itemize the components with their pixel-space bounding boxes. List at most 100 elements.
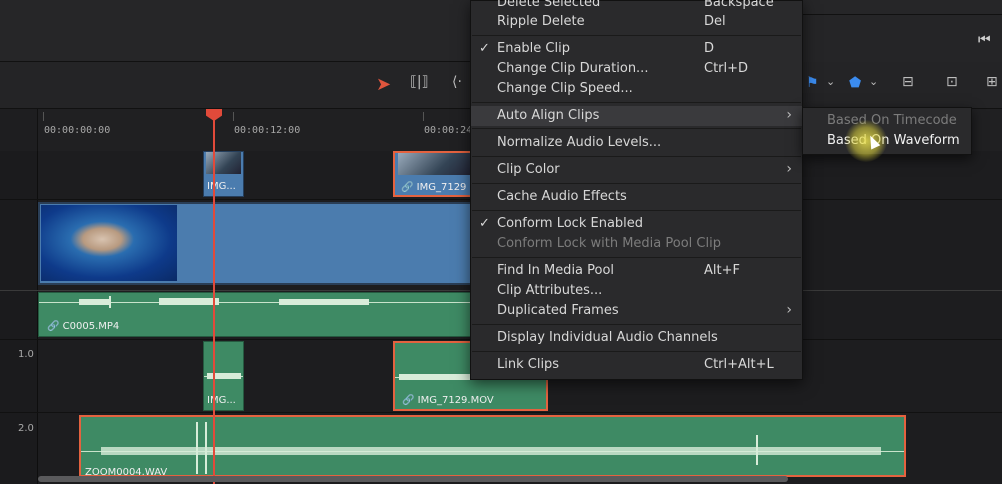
flag-icon[interactable]: ⚑ [806,75,819,91]
menu-item-label: Delete Selected [497,0,601,10]
menu-item-label: Based On Timecode [827,113,957,128]
marker-icon[interactable]: ⬟ [849,75,861,91]
menu-item-shortcut: Del [704,14,726,29]
video-clip[interactable]: IMG... [203,151,244,197]
track-divider [0,412,1002,413]
menu-item-label: Ripple Delete [497,14,585,29]
menu-item-shortcut: Ctrl+D [704,61,749,76]
menu-separator [472,102,801,103]
menu-separator [472,128,801,129]
clip-name-text: IMG_7129.MOV [417,395,494,406]
track-volume-label: 2.0 [18,423,34,434]
menu-item-normalize-audio-levels[interactable]: Normalize Audio Levels... [471,133,802,153]
menu-item-cache-audio-effects[interactable]: Cache Audio Effects [471,187,802,207]
cursor-highlight [845,120,887,162]
menu-item-change-clip-speed[interactable]: Change Clip Speed... [471,79,802,99]
waveform-peak [196,422,198,474]
menu-item-label: Auto Align Clips [497,108,600,123]
menu-item-label: Find In Media Pool [497,263,615,278]
menu-item-display-audio-channels[interactable]: Display Individual Audio Channels [471,328,802,348]
submenu-arrow-icon: › [786,302,792,318]
menu-item-conform-lock-enabled[interactable]: ✓ Conform Lock Enabled [471,214,802,234]
audio-clip[interactable]: 🔗 C0005.MP4 [38,292,473,337]
timecode-label: 00:00:12:00 [234,125,301,136]
waveform-peak [279,299,369,305]
waveform-peak [79,299,109,305]
waveform-peak [205,422,207,474]
marker-dropdown-icon[interactable]: ⌄ [869,75,878,88]
audio-clip[interactable]: ZOOM0004.WAV [79,415,906,478]
clip-name-text: C0005.MP4 [62,321,120,332]
flag-dropdown-icon[interactable]: ⌄ [826,75,835,88]
menu-item-label: Duplicated Frames [497,303,619,318]
jump-to-start-icon[interactable]: ⏮ [978,32,991,48]
video-clip[interactable]: 🔗 IMG_7129 [393,151,473,197]
clip-thumbnail [206,152,241,174]
menu-separator [472,35,801,36]
ruler-tick [233,112,234,121]
clip-name: 🔗 C0005.MP4 [47,321,120,332]
menu-separator [472,351,801,352]
pointer-tool-icon[interactable]: ➤ [376,74,391,95]
menu-item-change-clip-duration[interactable]: Change Clip Duration... Ctrl+D [471,59,802,79]
menu-item-label: Change Clip Duration... [497,61,649,76]
timecode-label: 00:00:24 [424,125,473,136]
source-viewer [0,0,470,62]
menu-item-label: Cache Audio Effects [497,189,627,204]
ruler-tick [423,112,424,121]
submenu-item-based-on-waveform[interactable]: Based On Waveform [803,131,971,151]
track-headers [0,151,38,484]
auto-align-submenu: Based On Timecode Based On Waveform [802,107,972,155]
zoom-full-icon[interactable]: ⊟ [902,74,914,90]
clip-name: 🔗 IMG_7129.MOV [402,395,494,406]
menu-item-conform-lock-media-pool: Conform Lock with Media Pool Clip [471,234,802,254]
clip-thumbnail [398,153,473,175]
audio-clip[interactable]: IMG... [203,341,244,411]
menu-item-find-in-media-pool[interactable]: Find In Media Pool Alt+F [471,261,802,281]
submenu-arrow-icon: › [786,161,792,177]
menu-item-label: Display Individual Audio Channels [497,330,718,345]
clip-context-menu: Delete Selected Backspace Ripple Delete … [470,0,803,380]
track-volume-label: 1.0 [18,349,34,360]
video-clip[interactable] [38,202,473,285]
waveform-peak [109,296,111,308]
menu-item-label: Change Clip Speed... [497,81,633,96]
menu-item-label: Enable Clip [497,41,570,56]
checkmark-icon: ✓ [479,41,490,56]
submenu-arrow-icon: › [786,107,792,123]
menu-item-label: Conform Lock with Media Pool Clip [497,236,721,251]
menu-item-auto-align-clips[interactable]: Auto Align Clips › [471,106,802,126]
menu-item-clip-color[interactable]: Clip Color › [471,160,802,180]
clip-thumbnail [41,205,177,281]
zoom-detail-icon[interactable]: ⊡ [946,74,958,90]
dynamic-trim-icon[interactable]: ⟨· [452,74,462,90]
trim-tool-icon[interactable]: ⟦|⟧ [410,74,429,90]
timecode-label: 00:00:00:00 [44,125,111,136]
menu-item-enable-clip[interactable]: ✓ Enable Clip D [471,39,802,59]
menu-item-label: Conform Lock Enabled [497,216,644,231]
menu-item-label: Clip Color [497,162,560,177]
menu-separator [472,183,801,184]
menu-separator [472,210,801,211]
menu-separator [472,324,801,325]
menu-item-duplicated-frames[interactable]: Duplicated Frames › [471,301,802,321]
menu-item-shortcut: Backspace [704,0,774,10]
waveform-peak [756,435,758,465]
menu-item-shortcut: Alt+F [704,263,740,278]
zoom-custom-icon[interactable]: ⊞ [986,74,998,90]
clip-name: IMG... [207,181,236,192]
menu-item-ripple-delete[interactable]: Ripple Delete Del [471,12,802,32]
waveform-peak [101,447,881,455]
menu-item-label: Link Clips [497,357,560,372]
submenu-item-based-on-timecode: Based On Timecode [803,111,971,131]
menu-item-label: Clip Attributes... [497,283,603,298]
clip-name-text: IMG_7129 [416,182,467,193]
timeline-viewer [800,0,1002,15]
checkmark-icon: ✓ [479,216,490,231]
menu-item-link-clips[interactable]: Link Clips Ctrl+Alt+L [471,355,802,375]
playhead-line[interactable] [213,116,215,484]
menu-item-clip-attributes[interactable]: Clip Attributes... [471,281,802,301]
menu-separator [472,156,801,157]
timeline-scrollbar[interactable] [38,476,788,482]
menu-item-shortcut: Ctrl+Alt+L [704,357,774,372]
